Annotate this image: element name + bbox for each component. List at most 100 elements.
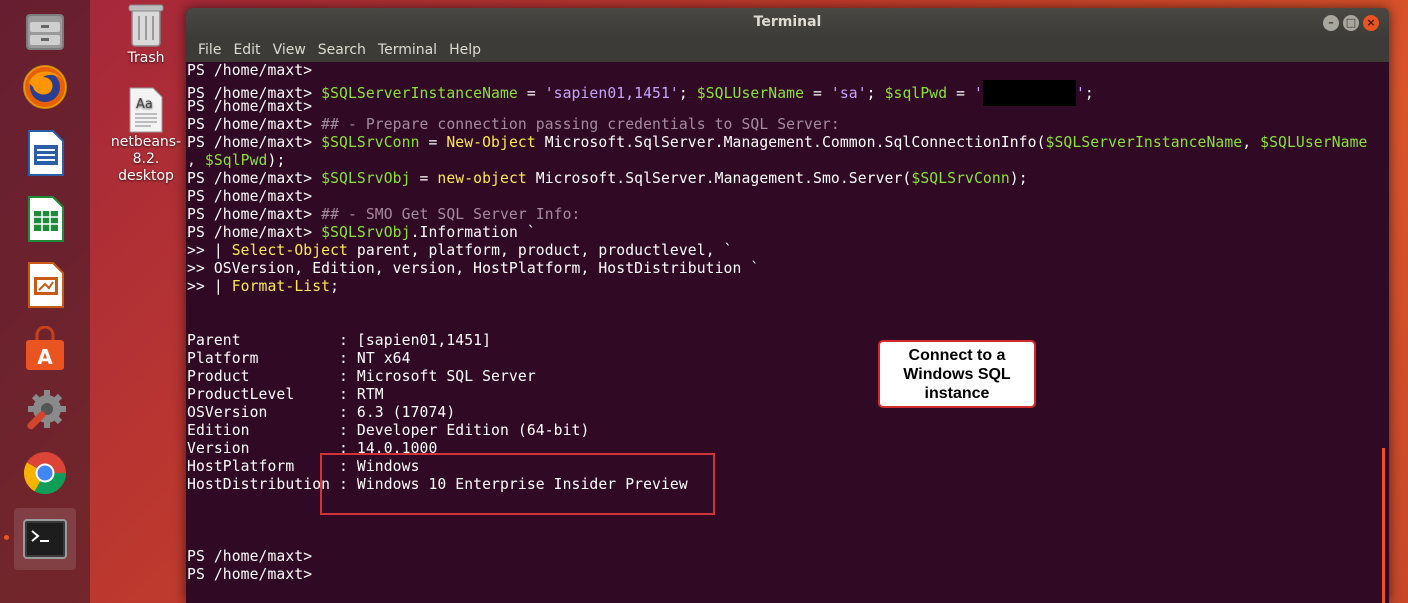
terminal-line: Edition : Developer Edition (64-bit) [187,422,1389,440]
terminal-line: Product : Microsoft SQL Server [187,368,1389,386]
terminal-line: PS /home/maxt> $SQLServerInstanceName = … [187,80,1389,106]
terminal-text: PS /home/maxt> [187,134,322,151]
terminal-text: New-Object [446,134,536,151]
terminal-text: Microsoft.SqlServer.Management.Common.Sq… [535,134,1046,151]
calc-launcher[interactable] [14,188,76,250]
menu-terminal[interactable]: Terminal [372,42,443,58]
terminal-line: PS /home/maxt> [187,62,1389,80]
close-button[interactable]: × [1363,15,1379,31]
terminal-line: PS /home/maxt> ## - Prepare connection p… [187,116,1389,134]
system-settings-icon [27,390,66,430]
terminal-text: PS /home/maxt> [187,188,322,205]
calc-icon [28,196,64,242]
impress-launcher[interactable] [14,254,76,316]
terminal-text: PS /home/maxt> [187,566,322,583]
system-settings-launcher[interactable] [14,380,76,442]
desktop-icon-netbeans[interactable]: Aa netbeans- 8.2. desktop [108,86,184,185]
terminal-text: ); [267,152,286,169]
writer-launcher[interactable] [14,122,76,184]
software-center-launcher[interactable]: A [14,318,76,380]
terminal-line: ProductLevel : RTM [187,386,1389,404]
files-launcher[interactable] [14,0,76,62]
terminal-line: PS /home/maxt> $SQLSrvConn = New-Object … [187,134,1389,152]
svg-text:A: A [37,345,53,369]
terminal-text: ## - SMO Get SQL Server Info: [321,206,581,223]
terminal-text: >> OSVersion, Edition, version, HostPlat… [187,260,760,277]
terminal-line: Platform : NT x64 [187,350,1389,368]
terminal-text: , [187,152,205,169]
menu-file[interactable]: File [192,42,227,58]
minimize-button[interactable]: – [1323,15,1339,31]
terminal-text: = [804,85,831,102]
terminal-text: $SQLServerInstanceName [1045,134,1243,151]
maximize-button[interactable]: □ [1343,15,1359,31]
terminal-text: = [419,134,447,151]
terminal-text: new-object [437,170,527,187]
terminal-line: Parent : [sapien01,1451] [187,332,1389,350]
terminal-line: PS /home/maxt> $SQLSrvObj = new-object M… [187,170,1389,188]
terminal-text: ); [1009,170,1028,187]
terminal-text: = [947,85,974,102]
terminal-line: , $SqlPwd); [187,152,1389,170]
terminal-text: >> | [187,242,232,259]
desktop-icon-trash[interactable]: Trash [118,0,174,67]
terminal-text: $SQLSrvObj [321,224,411,241]
terminal-line: PS /home/maxt> [187,188,1389,206]
terminal-line: PS /home/maxt> $SQLSrvObj.Information ` [187,224,1389,242]
terminal-text: ; [866,85,885,102]
window-titlebar[interactable]: Terminal – □ × [186,8,1389,38]
annotation-callout: Connect to a Windows SQL instance [878,340,1036,408]
terminal-text: OSVersion : 6.3 (17074) [187,404,456,421]
scrollbar[interactable] [1382,448,1385,603]
terminal-text: $sqlPwd [884,85,948,102]
redacted-password [982,80,1076,106]
menu-edit[interactable]: Edit [227,42,266,58]
terminal-text: 'sa' [830,85,867,102]
terminal-text: ; [678,85,697,102]
menu-help[interactable]: Help [443,42,487,58]
highlight-box [320,453,715,515]
window-title: Terminal [753,14,822,30]
terminal-text: Select-Object [231,242,348,259]
terminal-line: PS /home/maxt> [187,566,1389,584]
menu-view[interactable]: View [267,42,312,58]
writer-icon [28,130,64,176]
terminal-output[interactable]: PS /home/maxt> PS /home/maxt> $SQLServer… [186,62,1389,603]
terminal-text: .Information ` [410,224,536,241]
terminal-text: 'sapien01,1451' [544,85,679,102]
terminal-text: $SQLSrvConn [321,134,420,151]
terminal-text: $SQLSrvConn [911,170,1010,187]
terminal-text: ; [330,278,340,295]
terminal-line: >> OSVersion, Edition, version, HostPlat… [187,260,1389,278]
desktop-icon-label: Trash [127,50,165,66]
close-icon: × [1366,16,1376,29]
terminal-text: PS /home/maxt> [187,116,322,133]
terminal-text: Platform : NT x64 [187,350,411,367]
terminal-text: PS /home/maxt> [187,170,322,187]
terminal-line: PS /home/maxt> [187,548,1389,566]
terminal-text: $SQLServerInstanceName [321,85,518,102]
files-icon [26,14,64,50]
chrome-icon [23,452,66,495]
terminal-text: ## - Prepare connection passing credenti… [321,116,840,133]
menu-search[interactable]: Search [312,42,372,58]
terminal-text: PS /home/maxt> [187,548,322,565]
terminal-text: >> | [187,278,232,295]
terminal-line: >> | Format-List; [187,278,1389,296]
terminal-text: ' [1075,85,1085,102]
terminal-text: PS /home/maxt> [187,224,322,241]
terminal-text: Parent : [sapien01,1451] [187,332,492,349]
running-indicator [4,535,9,540]
minimize-icon: – [1328,16,1334,29]
firefox-launcher[interactable] [14,56,76,118]
firefox-icon [23,65,67,109]
chrome-launcher[interactable] [14,442,76,504]
terminal-text: $SQLUserName [696,85,805,102]
menu-bar: File Edit View Search Terminal Help [186,38,1389,62]
terminal-line: PS /home/maxt> ## - SMO Get SQL Server I… [187,206,1389,224]
text-file-icon: Aa [129,87,163,133]
terminal-launcher[interactable] [14,508,76,570]
